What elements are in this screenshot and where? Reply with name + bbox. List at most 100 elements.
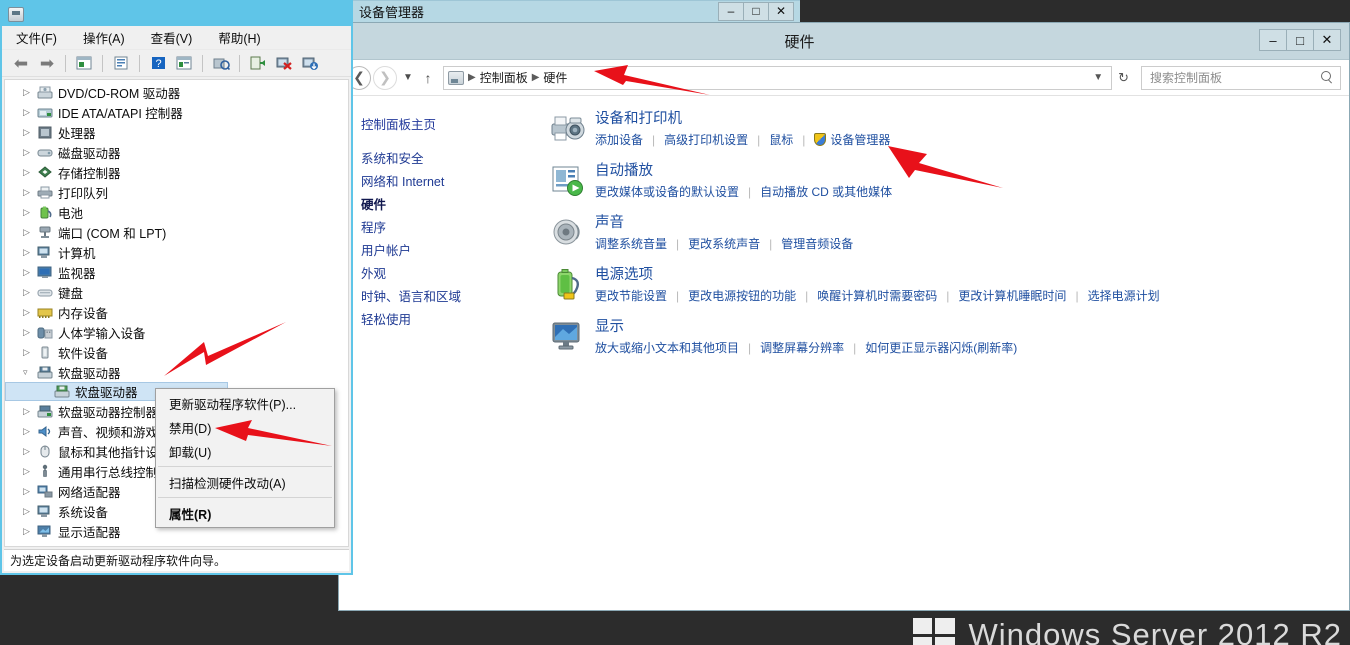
expander-collapsed-icon[interactable]: ▷ (23, 287, 37, 297)
sidebar-item-network-and-internet[interactable]: 网络和 Internet (361, 174, 507, 190)
tree-item-software-devices[interactable]: ▷ 软件设备 (5, 342, 348, 362)
link-make-text-larger-or-smaller[interactable]: 放大或缩小文本和其他项目 (595, 339, 739, 356)
expander-expanded-icon[interactable]: ▿ (23, 367, 37, 377)
link-require-password-on-wakeup[interactable]: 唤醒计算机时需要密码 (817, 287, 937, 304)
chevron-down-icon[interactable]: ▼ (1089, 72, 1107, 83)
search-input[interactable] (1148, 69, 1321, 86)
search-box[interactable] (1141, 65, 1341, 90)
section-title-power-options[interactable]: 电源选项 (595, 267, 1160, 284)
sidebar-item-home[interactable]: 控制面板主页 (361, 114, 507, 133)
link-change-default-settings-for-media[interactable]: 更改媒体或设备的默认设置 (595, 183, 739, 200)
link-change-sleep-time[interactable]: 更改计算机睡眠时间 (958, 287, 1066, 304)
uninstall-device-icon[interactable] (273, 53, 295, 73)
expander-collapsed-icon[interactable]: ▷ (23, 207, 37, 217)
link-change-power-saving-settings[interactable]: 更改节能设置 (595, 287, 667, 304)
close-button[interactable]: ✕ (768, 1, 794, 21)
maximize-button[interactable]: □ (1286, 29, 1314, 51)
link-advanced-printer-setup[interactable]: 高级打印机设置 (664, 131, 748, 148)
list-view-icon[interactable] (173, 53, 195, 73)
tree-item-ports[interactable]: ▷ 端口 (COM 和 LPT) (5, 222, 348, 242)
show-hide-console-tree-icon[interactable] (73, 53, 95, 73)
link-device-manager[interactable]: 设备管理器 (830, 131, 890, 148)
recent-locations-chevron-down-icon[interactable]: ▼ (399, 67, 417, 89)
expander-collapsed-icon[interactable]: ▷ (23, 247, 37, 257)
sidebar-item-system-and-security[interactable]: 系统和安全 (361, 151, 507, 167)
sidebar-item-user-accounts[interactable]: 用户帐户 (361, 243, 507, 259)
minimize-button[interactable]: – (1259, 29, 1287, 51)
link-add-device[interactable]: 添加设备 (595, 131, 643, 148)
close-button[interactable]: ✕ (1313, 29, 1341, 51)
tree-item-batteries[interactable]: ▷ 电池 (5, 202, 348, 222)
expander-collapsed-icon[interactable]: ▷ (23, 307, 37, 317)
link-play-cd-or-other-media[interactable]: 自动播放 CD 或其他媒体 (760, 183, 892, 200)
expander-collapsed-icon[interactable]: ▷ (23, 446, 37, 456)
up-arrow-icon[interactable]: ↑ (419, 67, 437, 89)
link-adjust-screen-resolution[interactable]: 调整屏幕分辨率 (760, 339, 844, 356)
forward-arrow-icon[interactable]: ❯ (373, 65, 397, 90)
section-title-autoplay[interactable]: 自动播放 (595, 163, 892, 180)
tree-item-memory-devices[interactable]: ▷ 内存设备 (5, 302, 348, 322)
breadcrumb[interactable]: ▶ 控制面板 ▶ 硬件 ▼ (443, 65, 1113, 90)
expander-collapsed-icon[interactable]: ▷ (23, 426, 37, 436)
expander-collapsed-icon[interactable]: ▷ (23, 227, 37, 237)
expander-collapsed-icon[interactable]: ▷ (23, 147, 37, 157)
tree-item-ide-controllers[interactable]: ▷ IDE ATA/ATAPI 控制器 (5, 102, 348, 122)
menu-file[interactable]: 文件(F) (14, 26, 59, 49)
link-mouse[interactable]: 鼠标 (769, 131, 793, 148)
menu-action[interactable]: 操作(A) (81, 26, 127, 49)
section-title-display[interactable]: 显示 (595, 319, 1017, 336)
context-menu-item-disable[interactable]: 禁用(D) (156, 415, 334, 439)
maximize-button[interactable]: □ (743, 1, 769, 21)
expander-collapsed-icon[interactable]: ▷ (23, 526, 37, 536)
context-menu[interactable]: 更新驱动程序软件(P)... 禁用(D) 卸载(U) 扫描检测硬件改动(A) 属… (155, 388, 335, 528)
expander-collapsed-icon[interactable]: ▷ (23, 406, 37, 416)
context-menu-item-uninstall[interactable]: 卸载(U) (156, 439, 334, 463)
tree-item-floppy-drives[interactable]: ▿ 软盘驱动器 (5, 362, 348, 382)
menu-help[interactable]: 帮助(H) (216, 26, 262, 49)
help-icon[interactable]: ? (147, 53, 169, 73)
forward-arrow-icon[interactable]: ➡ (36, 53, 58, 73)
expander-collapsed-icon[interactable]: ▷ (23, 187, 37, 197)
expander-collapsed-icon[interactable]: ▷ (23, 347, 37, 357)
expander-collapsed-icon[interactable]: ▷ (23, 486, 37, 496)
expander-collapsed-icon[interactable]: ▷ (23, 466, 37, 476)
sidebar-item-appearance[interactable]: 外观 (361, 266, 507, 282)
tree-item-disk-drives[interactable]: ▷ 磁盘驱动器 (5, 142, 348, 162)
tree-item-storage-controllers[interactable]: ▷ 存储控制器 (5, 162, 348, 182)
expander-collapsed-icon[interactable]: ▷ (23, 327, 37, 337)
menu-view[interactable]: 查看(V) (149, 26, 195, 49)
minimize-button[interactable]: – (718, 1, 744, 21)
link-choose-power-plan[interactable]: 选择电源计划 (1088, 287, 1160, 304)
link-fix-display-flicker[interactable]: 如何更正显示器闪烁(刷新率) (865, 339, 1017, 356)
tree-item-hid[interactable]: ▷ 人体学输入设备 (5, 322, 348, 342)
sidebar-item-clock-language-region[interactable]: 时钟、语言和区域 (361, 289, 507, 305)
scan-hardware-icon[interactable] (247, 53, 269, 73)
link-manage-audio-devices[interactable]: 管理音频设备 (781, 235, 853, 252)
search-icon[interactable] (1321, 71, 1334, 84)
expander-collapsed-icon[interactable]: ▷ (23, 267, 37, 277)
expander-collapsed-icon[interactable]: ▷ (23, 127, 37, 137)
refresh-icon[interactable]: ↻ (1114, 70, 1133, 86)
context-menu-item-scan-for-hardware-changes[interactable]: 扫描检测硬件改动(A) (156, 470, 334, 494)
context-menu-item-properties[interactable]: 属性(R) (156, 501, 334, 525)
link-change-system-sounds[interactable]: 更改系统声音 (688, 235, 760, 252)
update-driver-icon[interactable] (210, 53, 232, 73)
tree-item-computer[interactable]: ▷ 计算机 (5, 242, 348, 262)
back-arrow-icon[interactable]: ⬅ (10, 53, 32, 73)
link-change-power-button-behavior[interactable]: 更改电源按钮的功能 (688, 287, 796, 304)
breadcrumb-item-hardware[interactable]: 硬件 (543, 69, 567, 86)
expander-collapsed-icon[interactable]: ▷ (23, 87, 37, 97)
tree-item-dvd-cdrom[interactable]: ▷ DVD/CD-ROM 驱动器 (5, 82, 348, 102)
tree-item-processors[interactable]: ▷ 处理器 (5, 122, 348, 142)
context-menu-item-update-driver[interactable]: 更新驱动程序软件(P)... (156, 391, 334, 415)
tree-item-keyboards[interactable]: ▷ 键盘 (5, 282, 348, 302)
properties-icon[interactable] (110, 53, 132, 73)
expander-collapsed-icon[interactable]: ▷ (23, 107, 37, 117)
sidebar-item-programs[interactable]: 程序 (361, 220, 507, 236)
breadcrumb-item-control-panel[interactable]: 控制面板 (480, 69, 528, 86)
sidebar-item-hardware[interactable]: 硬件 (350, 196, 507, 213)
tree-item-monitors[interactable]: ▷ 监视器 (5, 262, 348, 282)
tree-item-print-queues[interactable]: ▷ 打印队列 (5, 182, 348, 202)
section-title-sound[interactable]: 声音 (595, 215, 853, 232)
expander-collapsed-icon[interactable]: ▷ (23, 167, 37, 177)
